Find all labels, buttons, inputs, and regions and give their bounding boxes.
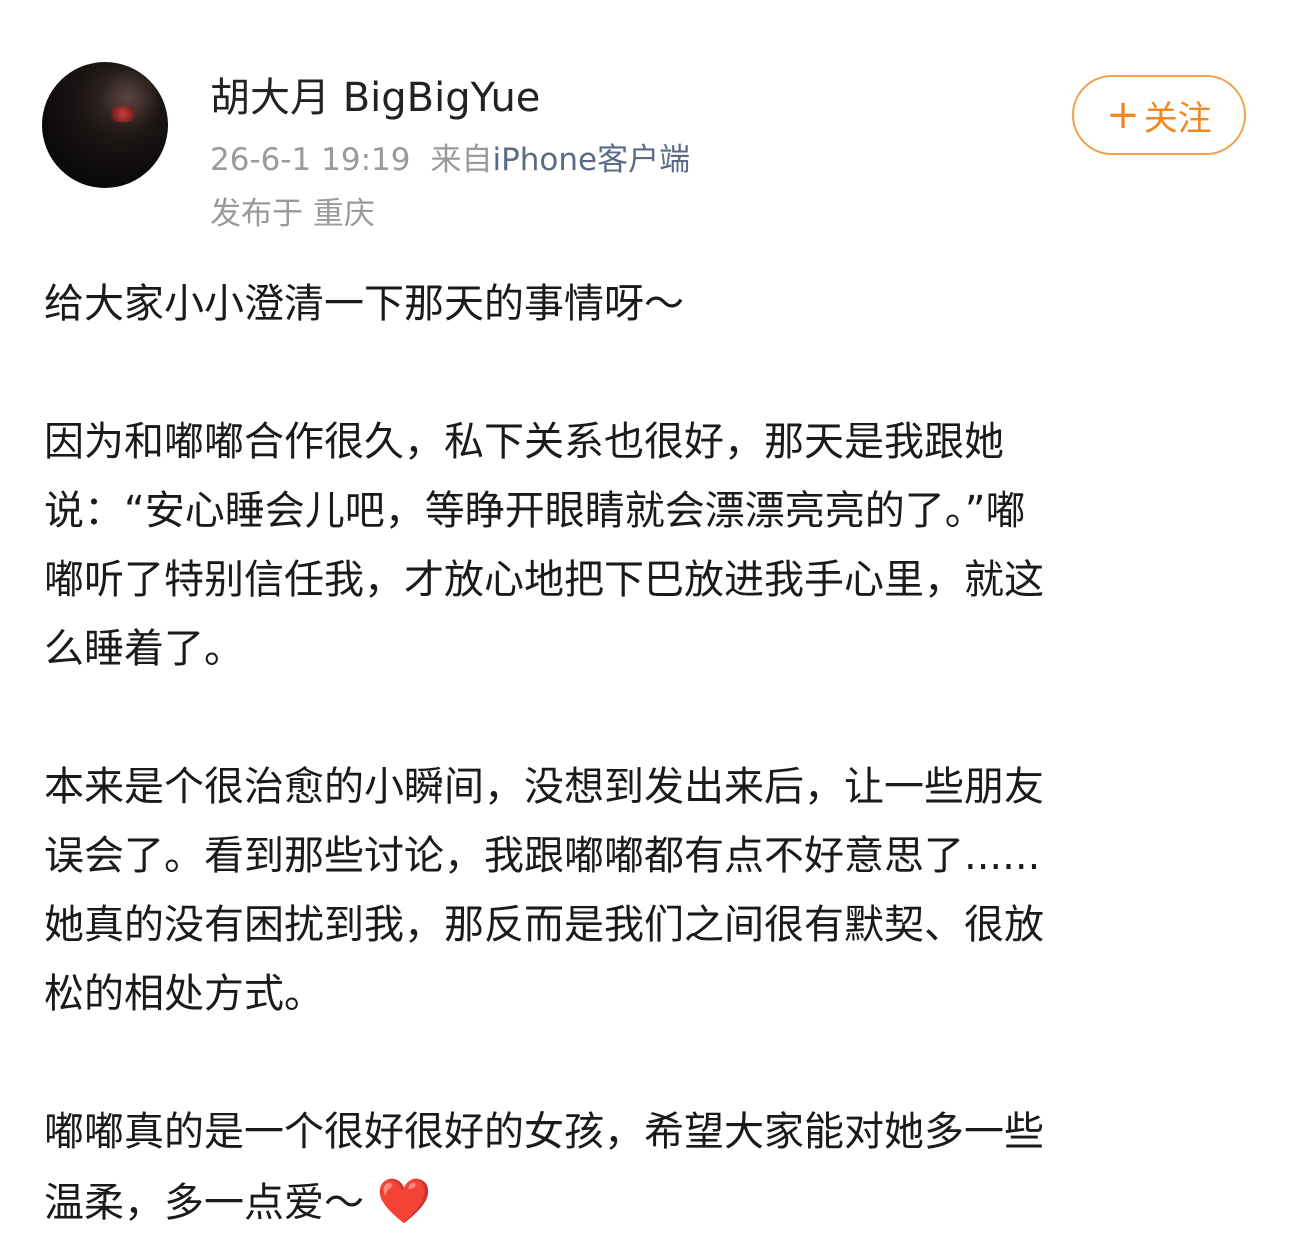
- plus-icon: +: [1106, 92, 1140, 138]
- post-line: 松的相处方式。: [44, 971, 324, 1017]
- post-line: 本来是个很治愈的小瞬间，没想到发出来后，让一些朋友: [44, 764, 1044, 810]
- post-paragraph: 因为和嘟嘟合作很久，私下关系也很好，那天是我跟她 说：“安心睡会儿吧，等睁开眼睛…: [44, 408, 1244, 684]
- post-line: 给大家小小澄清一下那天的事情呀～: [44, 281, 684, 327]
- post-line: 嘟嘟真的是一个很好很好的女孩，希望大家能对她多一些: [44, 1109, 1044, 1155]
- post-body: 给大家小小澄清一下那天的事情呀～ 因为和嘟嘟合作很久，私下关系也很好，那天是我跟…: [44, 270, 1244, 1238]
- heart-icon: ❤️: [376, 1176, 432, 1227]
- post-line: 么睡着了。: [44, 626, 244, 672]
- post-paragraph: 本来是个很治愈的小瞬间，没想到发出来后，让一些朋友 误会了。看到那些讨论，我跟嘟…: [44, 753, 1244, 1029]
- post-location: 发布于 重庆: [210, 196, 375, 232]
- avatar-lips: [108, 106, 138, 122]
- post-date: 26-6-1 19:19: [210, 142, 411, 178]
- post-line: 嘟听了特别信任我，才放心地把下巴放进我手心里，就这: [44, 557, 1044, 603]
- follow-button[interactable]: + 关注: [1072, 75, 1246, 155]
- follow-label: 关注: [1143, 98, 1212, 139]
- post-meta: 26-6-1 19:19 来自iPhone客户端: [210, 138, 690, 182]
- post-paragraph: 给大家小小澄清一下那天的事情呀～: [44, 270, 1244, 339]
- post-line: 温柔，多一点爱～ ❤️: [44, 1167, 1244, 1238]
- post-line: 她真的没有困扰到我，那反而是我们之间很有默契、很放: [44, 902, 1044, 948]
- author-name[interactable]: 胡大月 BigBigYue: [210, 70, 540, 126]
- client-link[interactable]: iPhone客户端: [492, 142, 690, 178]
- post-line: 说：“安心睡会儿吧，等睁开眼睛就会漂漂亮亮的了。”嘟: [44, 488, 1026, 534]
- post-paragraph: 嘟嘟真的是一个很好很好的女孩，希望大家能对她多一些 温柔，多一点爱～ ❤️: [44, 1098, 1244, 1238]
- avatar[interactable]: [42, 62, 168, 188]
- avatar-face: [100, 70, 158, 140]
- post-line: 误会了。看到那些讨论，我跟嘟嘟都有点不好意思了......: [44, 833, 1041, 879]
- post-line-text: 温柔，多一点爱～: [44, 1180, 377, 1226]
- post-line: 因为和嘟嘟合作很久，私下关系也很好，那天是我跟她: [44, 419, 1004, 465]
- source-prefix: 来自: [430, 142, 493, 178]
